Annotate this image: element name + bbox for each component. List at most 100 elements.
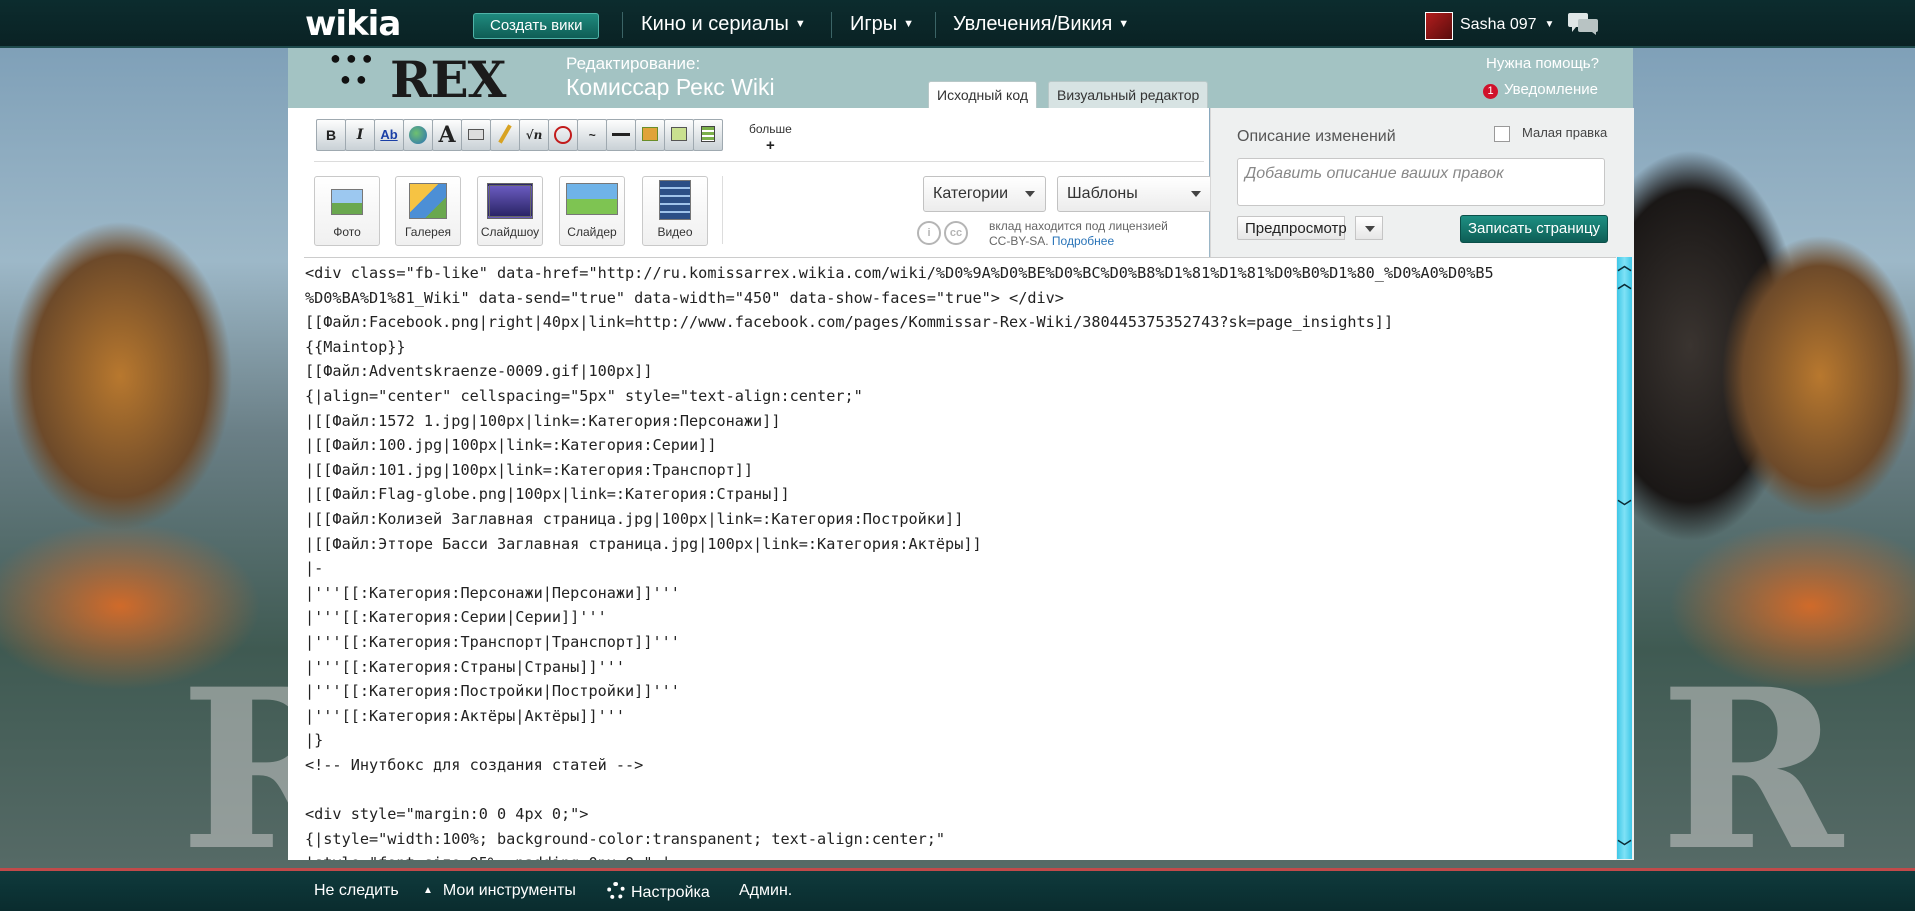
horizontal-line-icon[interactable] (606, 119, 636, 151)
headline-icon[interactable]: A (432, 119, 462, 151)
wikia-logo[interactable]: wikia (305, 4, 401, 44)
more-tools-label[interactable]: больше (749, 122, 792, 136)
categories-dropdown-label: Категории (933, 185, 1009, 202)
add-video-label: Видео (657, 225, 693, 239)
signature-icon[interactable]: ~ (577, 119, 607, 151)
edit-summary-input[interactable]: Добавить описание ваших правок (1237, 158, 1605, 206)
page-title: Комиссар Рекс Wiki (566, 74, 775, 100)
chevron-down-icon: ▼ (794, 18, 806, 30)
license-text-line1: вклад находится под лицензией (989, 219, 1168, 233)
help-link[interactable]: Нужна помощь? (1486, 55, 1599, 72)
external-link-icon[interactable] (403, 119, 433, 151)
editing-label: Редактирование: (566, 54, 701, 73)
wiki-logo-text: REX (390, 50, 506, 109)
notifications-link[interactable]: 1 Уведомление (1483, 81, 1598, 99)
italic-icon[interactable]: I (345, 119, 375, 151)
bold-icon[interactable]: B (316, 119, 346, 151)
headline-label: A (438, 122, 456, 148)
math-icon[interactable]: √n (519, 119, 549, 151)
internal-link-icon[interactable]: Ab (374, 119, 404, 151)
tab-source[interactable]: Исходный код (928, 81, 1037, 108)
customize-label: Настройка (631, 884, 710, 901)
media-icon[interactable] (490, 119, 520, 151)
video-icon (659, 180, 691, 220)
preview-button[interactable]: Предпросмотр (1237, 216, 1347, 240)
source-editor[interactable]: <div class="fb-like" data-href="http://r… (304, 257, 1616, 860)
templates-dropdown[interactable]: Шаблоны (1057, 176, 1212, 212)
slider-icon (566, 183, 618, 215)
toolbar-divider (314, 161, 1204, 162)
license-text-line2: CC-BY-SA. (989, 234, 1049, 248)
minor-edit-label: Малая правка (1522, 125, 1608, 140)
my-tools-label: Мои инструменты (442, 882, 576, 899)
nav-separator (935, 12, 936, 38)
chat-icon[interactable] (1568, 13, 1598, 35)
nowiki-icon[interactable] (548, 119, 578, 151)
toolbar-divider (722, 176, 723, 244)
plus-icon[interactable]: + (766, 137, 775, 154)
unfollow-button[interactable]: Не следить (314, 882, 399, 900)
slideshow-icon (487, 183, 533, 219)
admin-link[interactable]: Админ. (739, 882, 792, 900)
add-slider-label: Слайдер (567, 225, 617, 239)
add-gallery-button[interactable]: Галерея (395, 176, 461, 246)
avatar[interactable] (1425, 12, 1453, 40)
scroll-down-icon[interactable]: ﹀ (1617, 500, 1632, 515)
templates-dropdown-label: Шаблоны (1067, 185, 1138, 202)
notification-badge: 1 (1483, 84, 1498, 99)
add-slider-button[interactable]: Слайдер (559, 176, 625, 246)
bottom-toolbar (0, 868, 1915, 911)
template-icon[interactable] (664, 119, 694, 151)
editor-scrollbar[interactable]: ︿ ︿ ﹀ ﹀ (1617, 257, 1632, 859)
nav-item-movies-tv[interactable]: Кино и сериалы ▼ (641, 13, 806, 36)
photo-icon (331, 189, 363, 215)
nav-item-label: Увлечения/Викия (953, 13, 1113, 35)
gallery-icon (409, 183, 447, 219)
create-wiki-button[interactable]: Создать вики (473, 13, 600, 39)
preview-dropdown-toggle[interactable] (1355, 216, 1383, 240)
license-icons: i cc (917, 221, 971, 245)
link-label: Ab (380, 127, 398, 142)
source-text[interactable]: <div class="fb-like" data-href="http://r… (304, 258, 1616, 860)
bold-label: B (325, 127, 337, 143)
chevron-down-icon (1191, 191, 1201, 197)
paw-prints-icon: ● ● ● ● ● (330, 48, 373, 89)
categories-dropdown[interactable]: Категории (923, 176, 1046, 212)
chevron-down-icon: ▼ (1118, 18, 1130, 30)
chevron-up-icon: ▲ (423, 885, 433, 896)
nav-separator (831, 12, 832, 38)
user-menu[interactable]: Sasha 097 ▼ (1460, 16, 1554, 34)
add-photo-label: Фото (333, 225, 361, 239)
scroll-down-icon[interactable]: ﹀ (1617, 840, 1632, 855)
add-photo-button[interactable]: Фото (314, 176, 380, 246)
notifications-label: Уведомление (1504, 81, 1599, 98)
table-icon[interactable] (693, 119, 723, 151)
scroll-up-icon[interactable]: ︿ (1617, 276, 1632, 291)
username: Sasha 097 (1460, 16, 1537, 33)
add-slideshow-label: Слайдшоу (480, 225, 540, 239)
save-page-button[interactable]: Записать страницу (1460, 215, 1608, 243)
tab-visual-editor[interactable]: Визуальный редактор (1048, 81, 1209, 108)
nav-item-hobbies[interactable]: Увлечения/Викия ▼ (953, 13, 1129, 36)
add-slideshow-button[interactable]: Слайдшоу (477, 176, 543, 246)
minor-edit-checkbox[interactable] (1494, 126, 1510, 142)
license-more-link[interactable]: Подробнее (1052, 234, 1114, 248)
gear-icon (607, 882, 625, 900)
italic-label: I (356, 127, 364, 143)
nav-item-label: Игры (850, 13, 898, 35)
chevron-down-icon: ▼ (903, 18, 915, 30)
nav-separator (622, 12, 623, 38)
gallery-insert-icon[interactable] (635, 119, 665, 151)
wiki-logo[interactable]: ● ● ● ● ● REX (330, 48, 525, 109)
chevron-down-icon (1025, 191, 1035, 197)
nav-item-label: Кино и сериалы (641, 13, 789, 35)
image-icon[interactable] (461, 119, 491, 151)
scroll-up-icon[interactable]: ︿ (1617, 258, 1632, 273)
customize-button[interactable]: Настройка (607, 882, 710, 902)
creative-commons-icon: cc (944, 221, 968, 245)
my-tools-menu[interactable]: ▲ Мои инструменты (423, 882, 576, 900)
nav-item-games[interactable]: Игры ▼ (850, 13, 914, 36)
add-video-button[interactable]: Видео (642, 176, 708, 246)
summary-label: Описание изменений (1237, 128, 1396, 145)
chevron-down-icon: ▼ (1544, 19, 1555, 30)
